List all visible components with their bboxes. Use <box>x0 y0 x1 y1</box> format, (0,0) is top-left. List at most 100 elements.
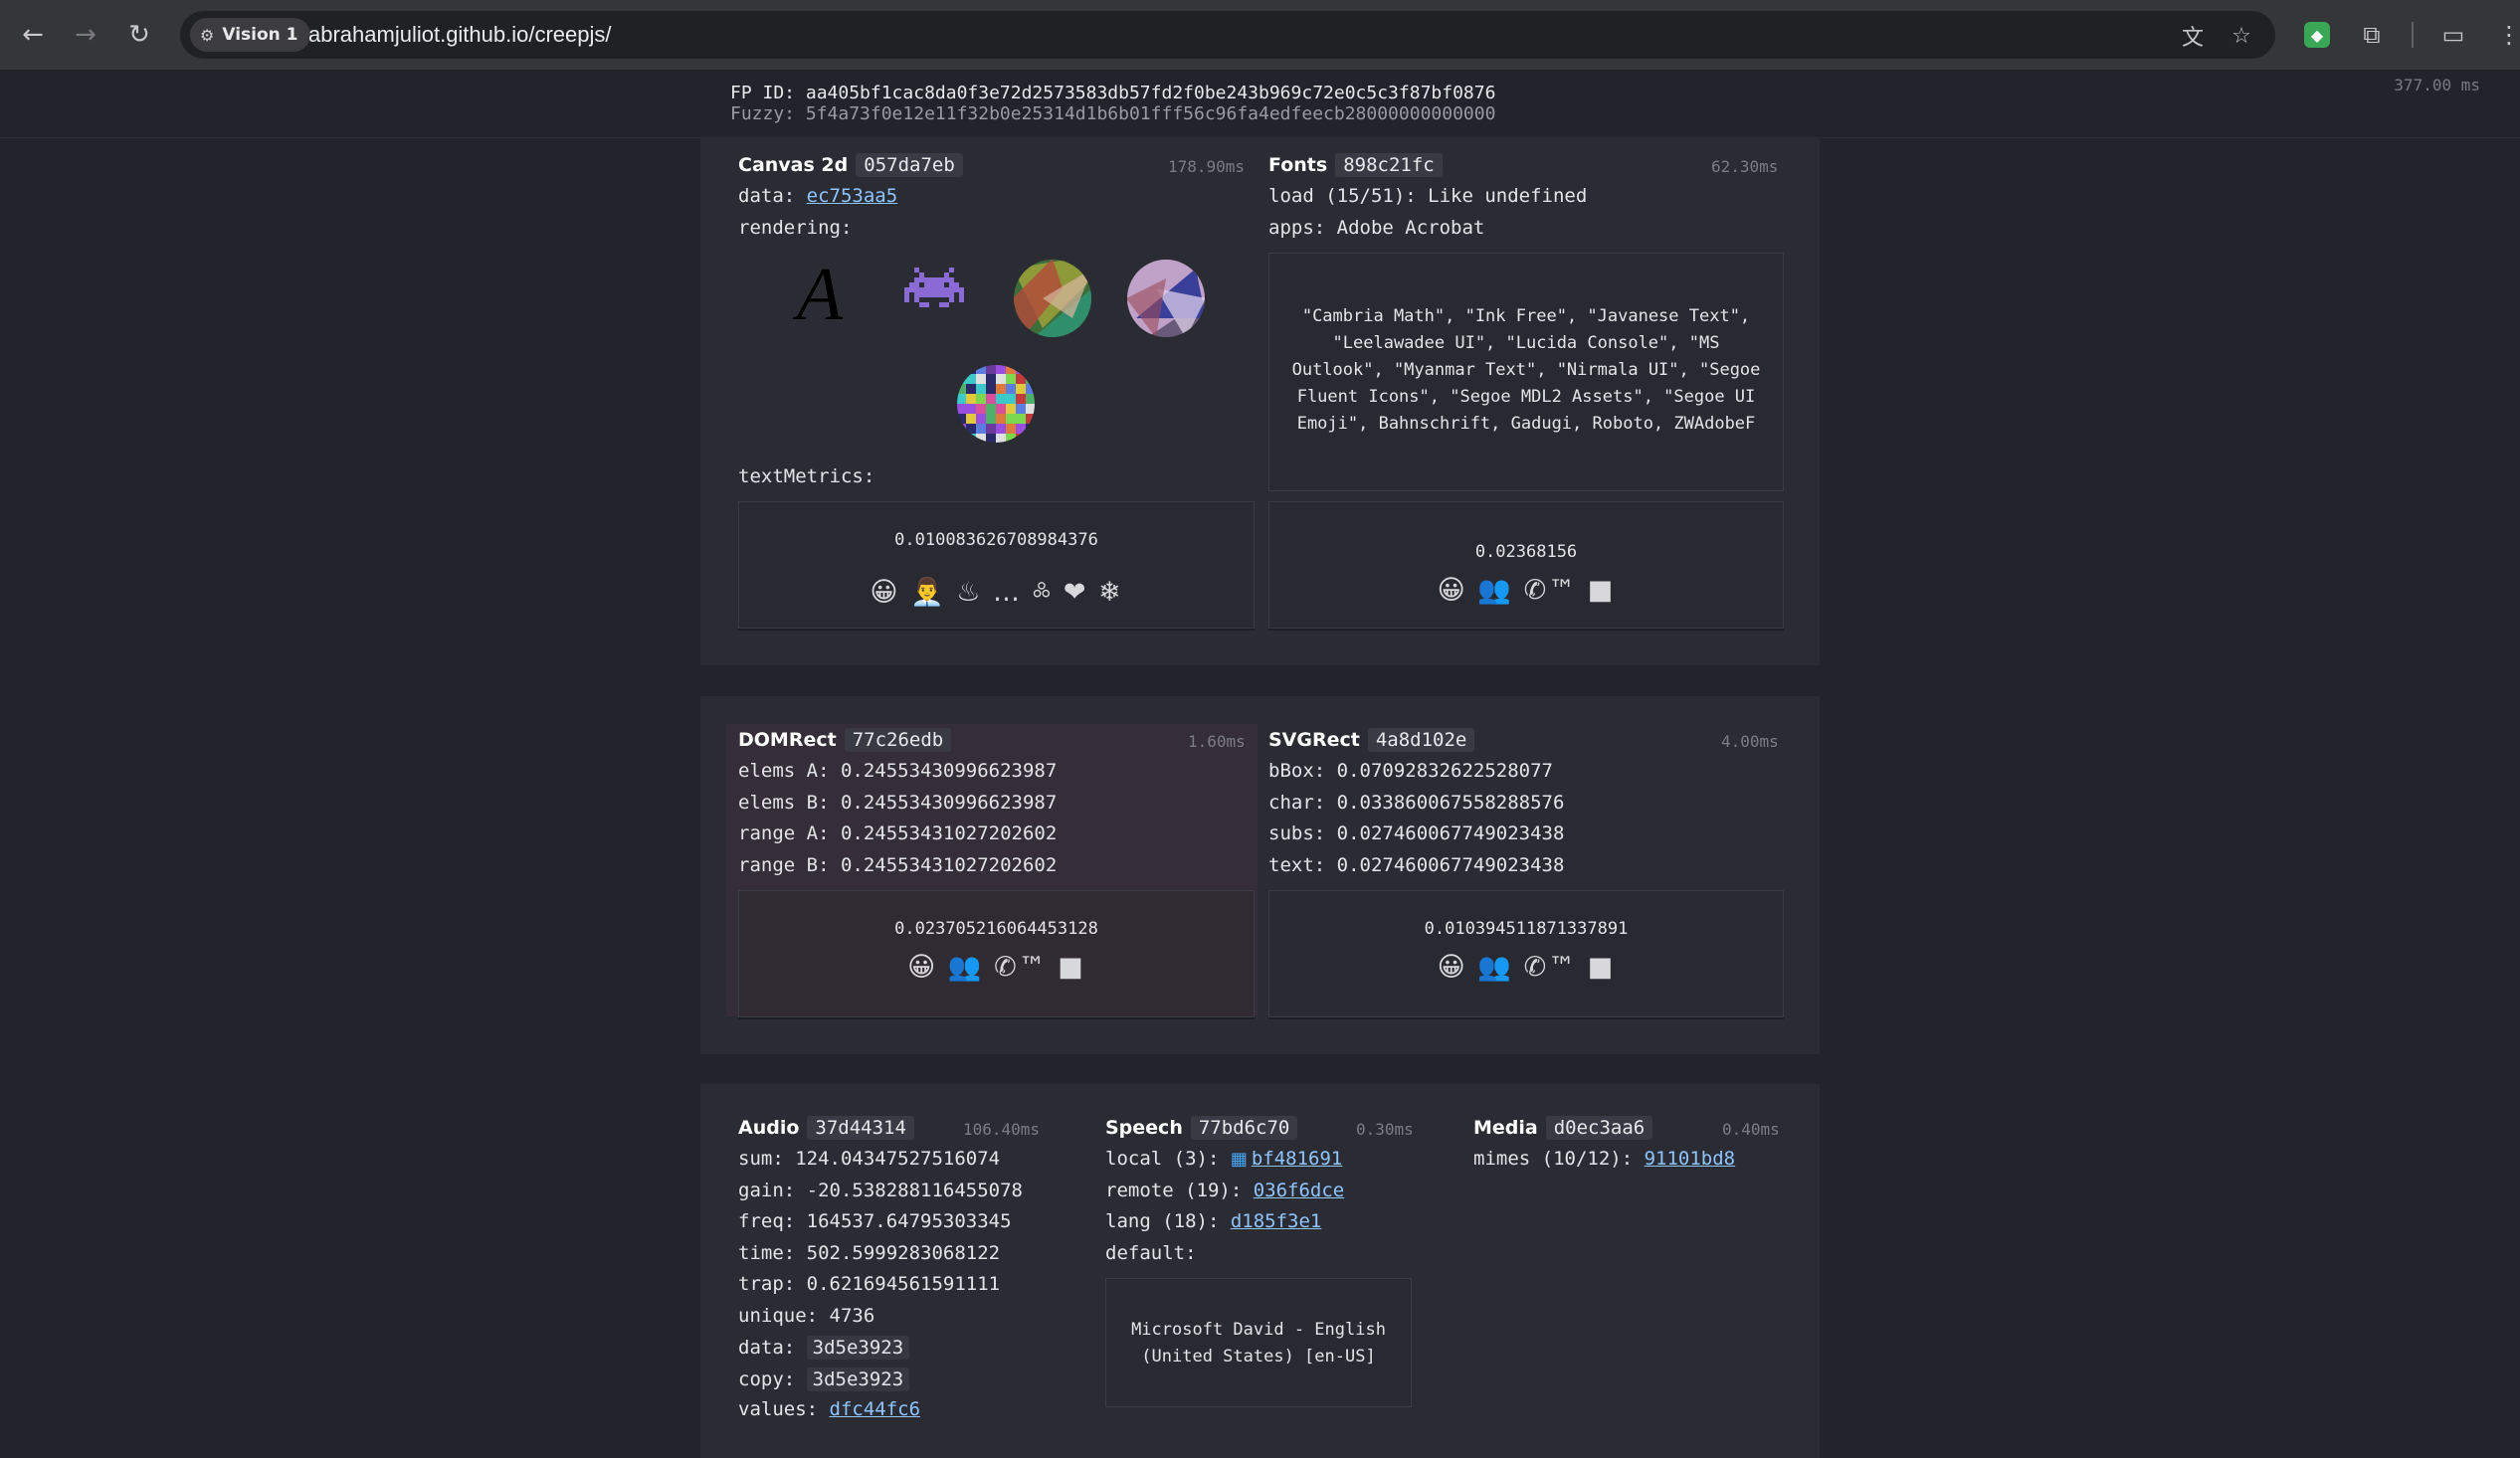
fonts-metrics-box: 0.02368156 😀 👥 ✆™ ■ <box>1268 501 1784 629</box>
windows-logo-icon: ▦ <box>1230 1149 1248 1170</box>
url-text[interactable]: abrahamjuliot.github.io/creepjs/ <box>308 22 612 48</box>
speech-section: Speech 77bd6c70 0.30ms local (3): ▦ bf4816… <box>1105 1084 1434 1458</box>
back-arrow-icon[interactable]: ← <box>13 15 53 55</box>
pixel-cell <box>996 384 1006 394</box>
media-section: Media d0ec3aa6 0.40ms mimes (10/12): 9110… <box>1473 1084 1820 1458</box>
forward-arrow-icon[interactable]: → <box>66 15 105 55</box>
svgrect-metric-glyphs: 😀 👥 ✆™ ■ <box>1437 952 1616 983</box>
pixel-cell <box>1006 384 1016 394</box>
pixel-cell <box>966 414 976 424</box>
pixel-cell <box>996 434 1006 443</box>
domrect-metric-glyphs: 😀 👥 ✆™ ■ <box>907 952 1085 983</box>
bookmark-star-icon[interactable]: ☆ <box>2225 19 2258 53</box>
pixel-cell <box>957 414 966 424</box>
speech-local-label: local (3): <box>1105 1148 1220 1170</box>
media-mimes-row: mimes (10/12): 91101bd8 <box>1473 1148 1735 1170</box>
pixel-cell <box>957 434 966 443</box>
audio-title-text: Audio <box>738 1117 800 1139</box>
fonts-metric-glyphs: 😀 👥 ✆™ ■ <box>1437 575 1616 606</box>
domrect-metrics-box: 0.023705216064453128 😀 👥 ✆™ ■ <box>738 890 1255 1017</box>
pixel-cell <box>976 365 986 374</box>
fonts-hash: 898c21fc <box>1335 153 1443 177</box>
pixel-cell <box>957 424 966 434</box>
pixel-cell <box>1026 424 1035 434</box>
pixel-cell <box>1006 374 1016 384</box>
domrect-row: elems B: 0.24553430996623987 <box>738 792 1058 814</box>
fonts-apps: apps: Adobe Acrobat <box>1268 217 1485 239</box>
speech-remote-row: remote (19): 036f6dce <box>1105 1180 1344 1201</box>
canvas-metric-glyphs: 😀 👨‍💼 ♨ … ༜ ❤ ❄ <box>870 577 1123 608</box>
cast-icon[interactable]: ▭ <box>2436 18 2470 52</box>
pixel-cell <box>1006 404 1016 414</box>
fonts-title-text: Fonts <box>1268 154 1328 176</box>
pixel-cell <box>996 394 1006 404</box>
domrect-title-text: DOMRect <box>738 729 837 751</box>
fp-id: FP ID: aa405bf1cac8da0f3e72d2573583db57f… <box>730 83 1496 103</box>
audio-title: Audio 37d44314 <box>738 1116 914 1140</box>
default-voice: Microsoft David - English (United States… <box>1131 1320 1386 1367</box>
text-metrics-label: textMetrics: <box>738 465 875 487</box>
pixel-cell <box>986 365 996 374</box>
rect-panel: DOMRect 77c26edb 1.60ms elems A: 0.245534… <box>700 696 1820 1054</box>
canvas-time: 178.90ms <box>1168 157 1246 176</box>
audio-row: trap: 0.621694561591111 <box>738 1273 1001 1295</box>
speech-time: 0.30ms <box>1356 1120 1414 1139</box>
toolbar-divider <box>2412 22 2414 48</box>
svgrect-row: text: 0.027460067749023438 <box>1268 854 1565 876</box>
site-info-chip[interactable]: ⚙ Vision 1 <box>190 18 310 52</box>
audio-row: time: 502.5999283068122 <box>738 1242 1001 1264</box>
canvas-circle-render-2 <box>1127 260 1205 337</box>
space-invader-icon <box>904 268 964 307</box>
pixel-cell <box>996 424 1006 434</box>
canvas-2d-section: Canvas 2d 057da7eb 178.90ms data: ec753aa… <box>700 137 1258 665</box>
pixel-cell <box>1026 384 1035 394</box>
reload-icon[interactable]: ↻ <box>119 15 159 55</box>
media-hash: d0ec3aa6 <box>1545 1116 1653 1140</box>
canvas-data-link[interactable]: ec753aa5 <box>807 185 898 207</box>
canvas-hash: 057da7eb <box>856 153 963 177</box>
pixel-cell <box>1006 414 1016 424</box>
audio-row: gain: -20.538288116455078 <box>738 1180 1023 1201</box>
pixel-cell <box>996 365 1006 374</box>
font-list-box: "Cambria Math", "Ink Free", "Javanese Te… <box>1268 253 1784 491</box>
pixel-cell <box>1006 394 1016 404</box>
fonts-metric-value: 0.02368156 <box>1474 542 1578 562</box>
more-menu-icon[interactable]: ⋮ <box>2492 18 2520 52</box>
pixel-cell <box>966 374 976 384</box>
svgrect-metrics-box: 0.010394511871337891 😀 👥 ✆™ ■ <box>1268 890 1784 1017</box>
pixel-cell <box>1016 404 1026 414</box>
pixel-cell <box>1006 365 1016 374</box>
domrect-metric-value: 0.023705216064453128 <box>894 919 1098 939</box>
audio-data-label: data: <box>738 1337 796 1359</box>
pixel-cell <box>986 404 996 414</box>
speech-local-link[interactable]: bf481691 <box>1252 1148 1343 1170</box>
total-time: 377.00 ms <box>2394 76 2480 94</box>
audio-values-link[interactable]: dfc44fc6 <box>830 1398 921 1420</box>
extensions-puzzle-icon[interactable]: ⧉ <box>2355 18 2389 52</box>
address-bar[interactable]: ⚙ Vision 1 abrahamjuliot.github.io/creep… <box>180 11 2275 59</box>
pixel-cell <box>986 434 996 443</box>
audio-speech-media-panel: Audio 37d44314 106.40ms sum: 124.04347527… <box>700 1084 1820 1458</box>
domrect-row: elems A: 0.24553430996623987 <box>738 760 1058 782</box>
pixel-cell <box>976 414 986 424</box>
speech-remote-link[interactable]: 036f6dce <box>1254 1180 1345 1201</box>
fonts-section: Fonts 898c21fc 62.30ms load (15/51): Like… <box>1268 137 1820 665</box>
translate-icon[interactable]: 文 <box>2176 19 2210 53</box>
speech-remote-label: remote (19): <box>1105 1180 1243 1201</box>
canvas-title: Canvas 2d 057da7eb <box>738 153 963 177</box>
pixel-cell <box>966 404 976 414</box>
fonts-load: load (15/51): Like undefined <box>1268 185 1588 207</box>
svgrect-title: SVGRect 4a8d102e <box>1268 728 1475 752</box>
pixel-cell <box>976 374 986 384</box>
audio-copy-value: 3d5e3923 <box>806 1367 910 1391</box>
extension-green-icon[interactable]: ◆ <box>2304 22 2330 48</box>
pixel-cell <box>996 374 1006 384</box>
speech-lang-link[interactable]: d185f3e1 <box>1231 1210 1322 1232</box>
pixel-cell <box>986 414 996 424</box>
audio-time: 106.40ms <box>963 1120 1041 1139</box>
pixel-cell <box>976 384 986 394</box>
canvas-title-text: Canvas 2d <box>738 154 849 176</box>
audio-hash: 37d44314 <box>807 1116 914 1140</box>
audio-values-row: values: dfc44fc6 <box>738 1398 920 1420</box>
media-mimes-link[interactable]: 91101bd8 <box>1645 1148 1736 1170</box>
